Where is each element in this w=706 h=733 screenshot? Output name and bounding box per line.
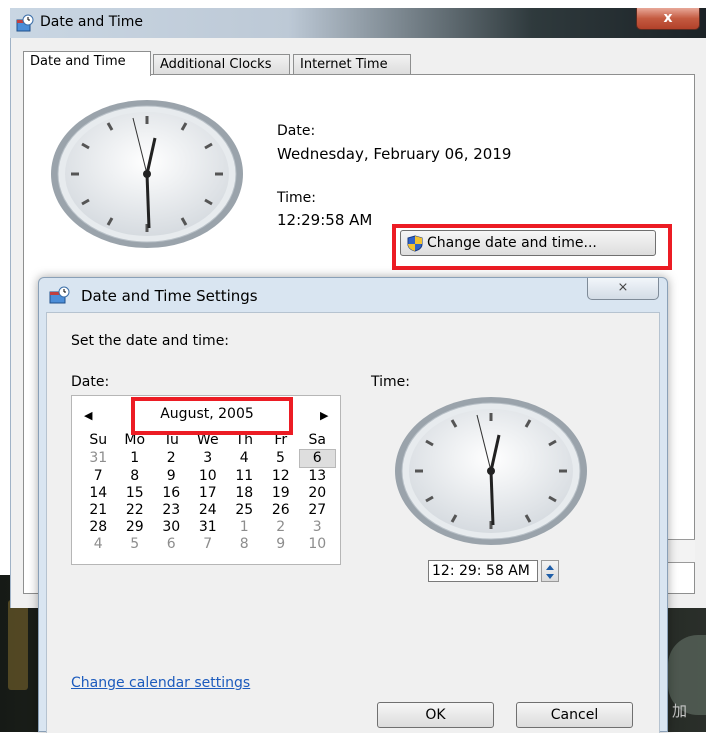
calendar-day[interactable]: 28	[80, 519, 117, 536]
weekday-header: Sa	[308, 432, 326, 448]
calendar-grid: Su Mo Tu We Th Fr Sa 31 1 2 3 4 5 6 7 8 …	[80, 432, 336, 553]
time-value: 12:29:58 AM	[277, 211, 373, 229]
weekday-header: Mo	[124, 432, 146, 449]
tab-internet-time[interactable]: Internet Time	[293, 54, 411, 75]
dialog-heading: Set the date and time:	[71, 333, 230, 349]
time-label: Time:	[277, 190, 316, 206]
time-input[interactable]: 12: 29: 58 AM	[428, 560, 538, 582]
calendar-day[interactable]: 1	[117, 450, 154, 468]
calendar-day[interactable]: 9	[153, 468, 190, 486]
window-title: Date and Time	[40, 14, 143, 30]
calendar-day[interactable]: 19	[263, 485, 300, 502]
calendar-day[interactable]: 5	[263, 450, 300, 468]
calendar-day[interactable]: 10	[299, 536, 336, 553]
calendar-day[interactable]: 2	[153, 450, 190, 468]
weekday-header: Su	[89, 432, 108, 449]
calendar-day-selected[interactable]: 6	[298, 449, 336, 468]
cancel-button[interactable]: Cancel	[516, 702, 633, 728]
calendar-day[interactable]: 17	[190, 485, 227, 502]
close-icon: ⨯	[617, 280, 629, 295]
calendar-month-title[interactable]: August, 2005	[132, 406, 282, 422]
ok-button[interactable]: OK	[377, 702, 494, 728]
dialog-close-button[interactable]: ⨯	[587, 278, 659, 300]
calendar-day[interactable]: 21	[80, 502, 117, 519]
dialog-title: Date and Time Settings	[81, 287, 258, 305]
weekday-header: Fr	[274, 432, 288, 449]
close-button[interactable]: x	[636, 8, 700, 30]
datetime-window-icon	[49, 286, 70, 304]
partially-hidden-button[interactable]	[665, 539, 695, 563]
close-icon: x	[663, 10, 673, 26]
uac-shield-icon	[407, 235, 423, 252]
calendar-day[interactable]: 26	[263, 502, 300, 519]
calendar-day[interactable]: 27	[299, 502, 336, 519]
tab-additional-clocks[interactable]: Additional Clocks	[153, 54, 290, 75]
calendar-day[interactable]: 3	[299, 519, 336, 536]
calendar-day[interactable]: 11	[226, 468, 263, 486]
calendar-day[interactable]: 29	[117, 519, 154, 536]
clock-face-icon	[393, 395, 589, 547]
calendar-day[interactable]: 31	[190, 519, 227, 536]
clock-time-label: Time:	[371, 374, 410, 390]
calendar-day[interactable]: 1	[226, 519, 263, 536]
calendar-day[interactable]: 16	[153, 485, 190, 502]
date-value: Wednesday, February 06, 2019	[277, 145, 512, 163]
chevron-right-icon[interactable]: ▶	[320, 409, 328, 422]
calendar-day[interactable]: 4	[226, 450, 263, 468]
calendar-day[interactable]: 3	[190, 450, 227, 468]
calendar-day[interactable]: 15	[117, 485, 154, 502]
spinner-up-icon[interactable]	[546, 565, 554, 570]
change-date-and-time-button[interactable]: Change date and time...	[400, 230, 656, 256]
desktop-glyph: 加	[672, 702, 688, 720]
calendar-day[interactable]: 30	[153, 519, 190, 536]
calendar-day[interactable]: 14	[80, 485, 117, 502]
calendar-day[interactable]: 31	[80, 450, 117, 468]
date-and-time-settings-dialog: Date and Time Settings ⨯ Set the date an…	[38, 277, 668, 733]
weekday-header: We	[196, 432, 219, 449]
calendar-day[interactable]: 5	[117, 536, 154, 553]
calendar-day[interactable]: 2	[263, 519, 300, 536]
datetime-window-icon	[16, 14, 34, 32]
calendar-day[interactable]: 20	[299, 485, 336, 502]
clock-face-icon	[49, 98, 245, 250]
weekday-header: Th	[235, 432, 253, 449]
tab-date-and-time[interactable]: Date and Time	[23, 51, 151, 76]
calendar-day[interactable]: 12	[263, 468, 300, 486]
calendar-day[interactable]: 8	[117, 468, 154, 486]
date-label: Date:	[277, 123, 316, 139]
dialog-body: Set the date and time: Date: Time: ◀ Aug…	[46, 312, 660, 733]
time-spinner[interactable]	[541, 560, 559, 582]
calendar-day[interactable]: 22	[117, 502, 154, 519]
calendar-day[interactable]: 23	[153, 502, 190, 519]
weekday-header: Tu	[163, 432, 179, 449]
calendar-day[interactable]: 7	[80, 468, 117, 486]
calendar-day[interactable]: 25	[226, 502, 263, 519]
chevron-left-icon[interactable]: ◀	[84, 409, 92, 422]
change-calendar-settings-link[interactable]: Change calendar settings	[71, 675, 250, 691]
calendar-day[interactable]: 24	[190, 502, 227, 519]
calendar-day[interactable]: 6	[153, 536, 190, 553]
window-titlebar[interactable]: Date and Time x	[10, 8, 706, 38]
calendar-date-label: Date:	[71, 374, 110, 390]
calendar-day[interactable]: 4	[80, 536, 117, 553]
calendar: ◀ August, 2005 ▶ Su Mo Tu We Th Fr Sa 31…	[71, 395, 341, 565]
calendar-day[interactable]: 10	[190, 468, 227, 486]
desktop-decoration	[8, 600, 28, 690]
calendar-day[interactable]: 13	[299, 468, 336, 486]
calendar-day[interactable]: 7	[190, 536, 227, 553]
calendar-day[interactable]: 8	[226, 536, 263, 553]
calendar-day[interactable]: 9	[263, 536, 300, 553]
spinner-down-icon[interactable]	[546, 574, 554, 579]
calendar-day[interactable]: 18	[226, 485, 263, 502]
